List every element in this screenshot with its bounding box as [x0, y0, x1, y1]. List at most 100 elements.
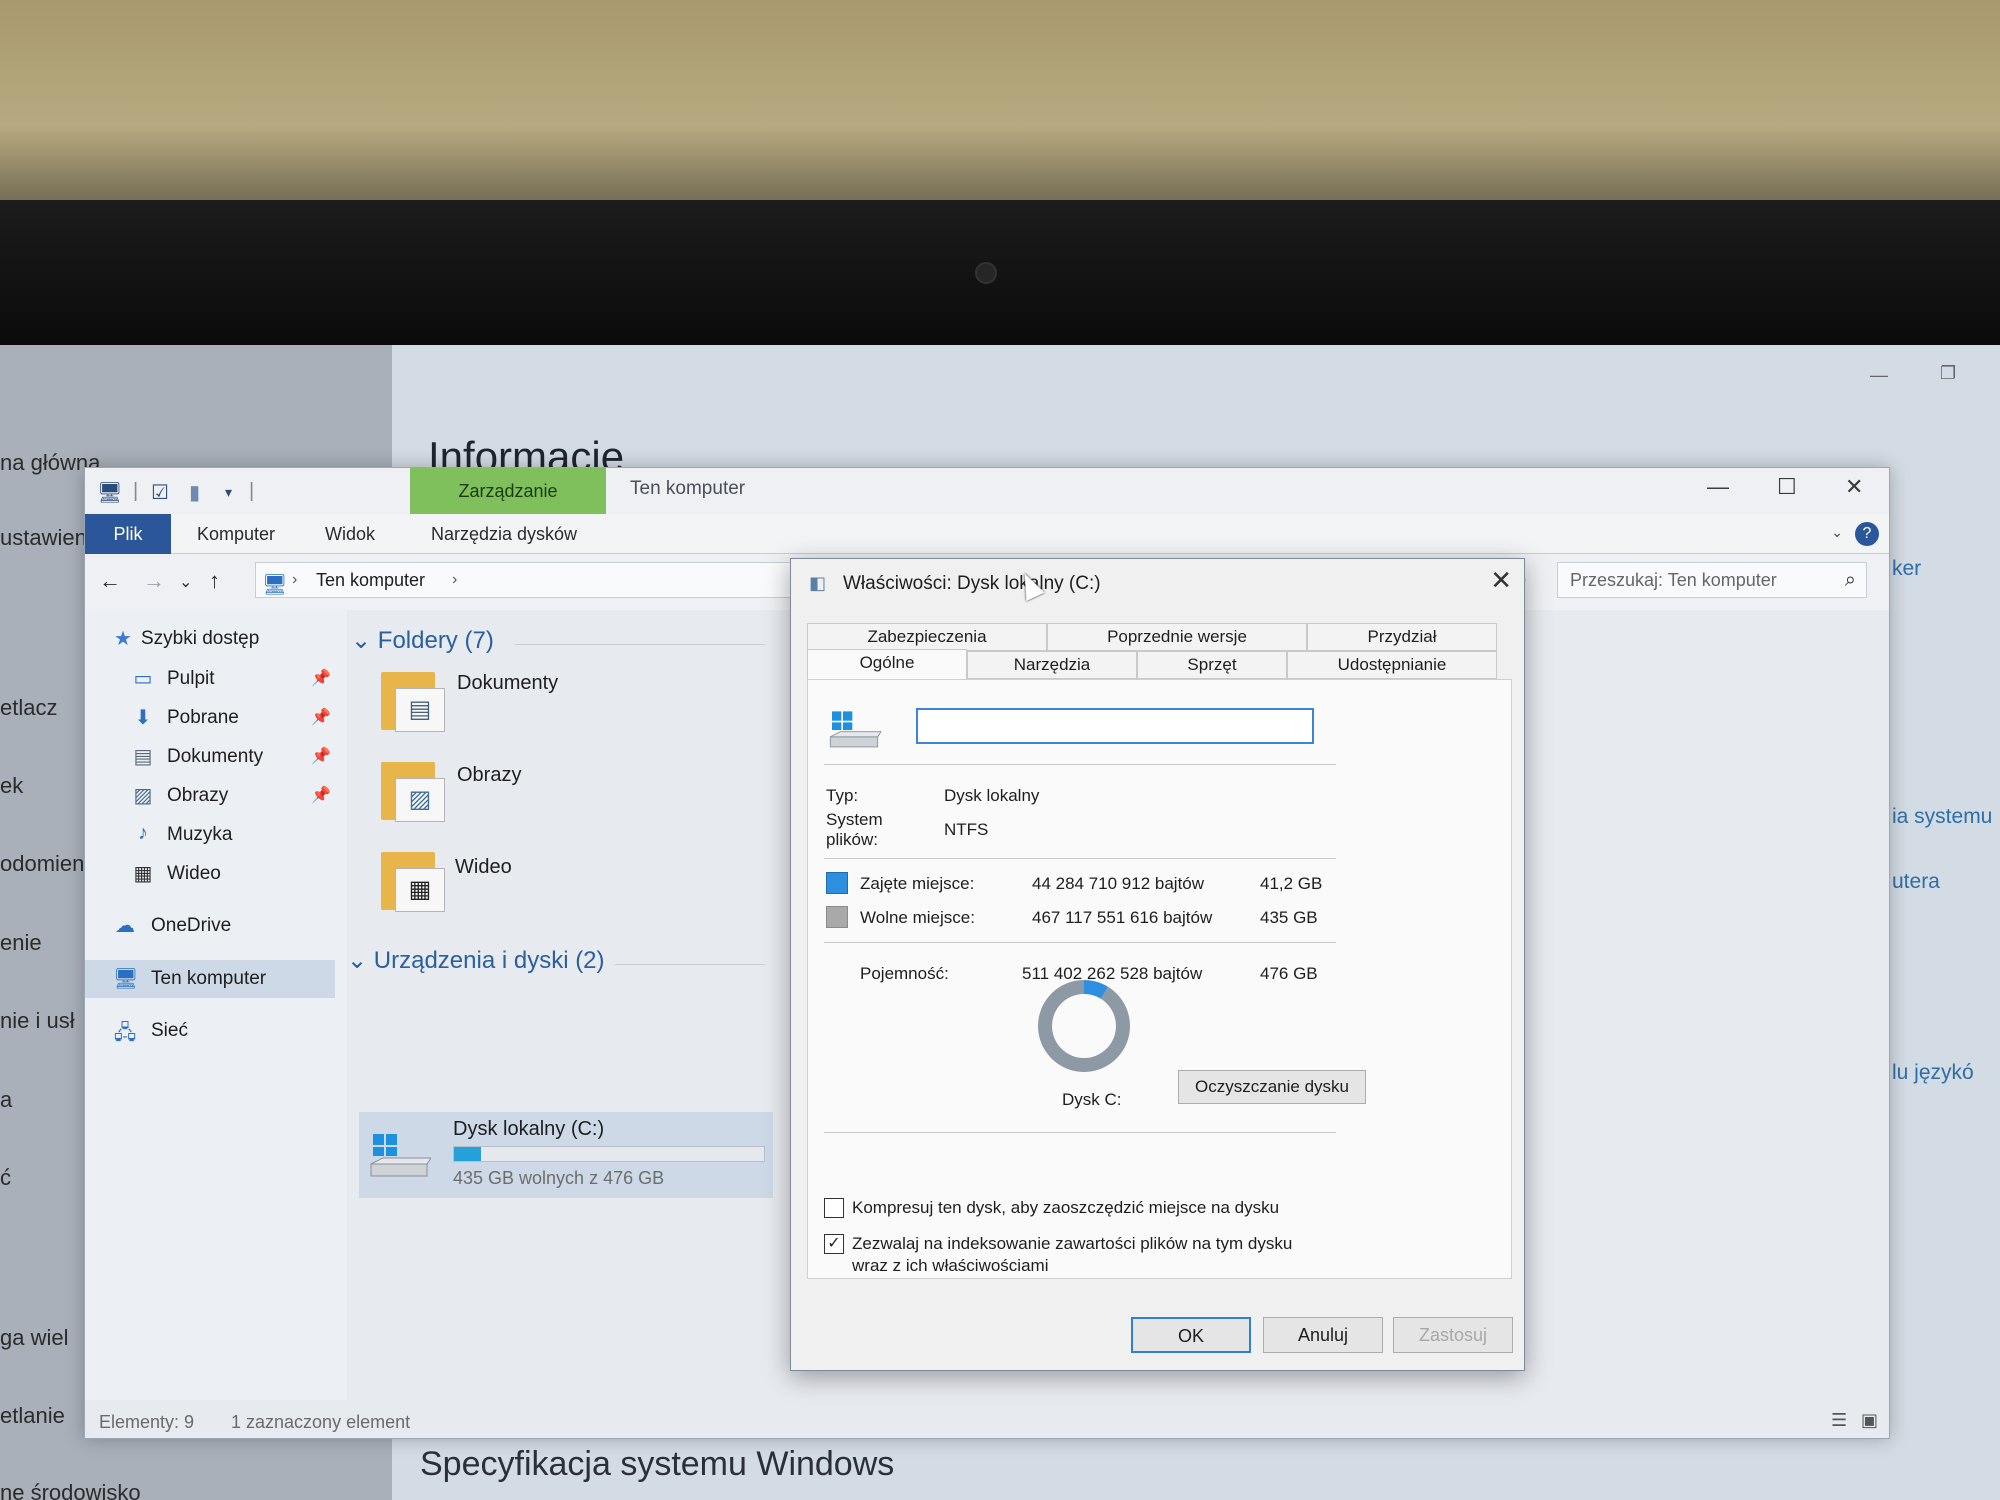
- compress-checkbox[interactable]: [824, 1198, 844, 1218]
- index-label[interactable]: Zezwalaj na indeksowanie zawartości plik…: [852, 1234, 1292, 1254]
- customize-dropdown-icon[interactable]: ▾: [225, 484, 232, 501]
- capacity-gb: 476 GB: [1260, 964, 1318, 983]
- capacity-label: Pojemność:: [860, 964, 949, 983]
- forward-arrow-icon[interactable]: →: [143, 568, 165, 594]
- settings-link[interactable]: lu językó: [1892, 1061, 1974, 1085]
- tab-tools[interactable]: Narzędzia: [967, 651, 1137, 679]
- settings-sidebar-item[interactable]: ne środowisko: [0, 1480, 141, 1500]
- tab-previous-versions[interactable]: Poprzednie wersje: [1047, 623, 1307, 651]
- new-folder-icon[interactable]: ▮: [189, 480, 200, 505]
- folder-pictures-icon[interactable]: ▨: [381, 758, 445, 822]
- settings-sidebar-item[interactable]: ć: [0, 1165, 11, 1191]
- nav-this-pc[interactable]: 🖥 Ten komputer: [85, 960, 335, 998]
- divider: [824, 764, 1336, 765]
- tab-sharing[interactable]: Udostępnianie: [1287, 651, 1497, 679]
- settings-sidebar-item[interactable]: a: [0, 1087, 12, 1113]
- settings-sidebar-item[interactable]: nie i usł: [0, 1008, 75, 1034]
- large-icons-view-icon[interactable]: ▣: [1861, 1410, 1878, 1431]
- properties-dialog: ◧ Właściwości: Dysk lokalny (C:) ✕ Zabez…: [790, 558, 1525, 1371]
- pin-icon[interactable]: 📌: [311, 707, 331, 727]
- folder-label[interactable]: Dokumenty: [457, 672, 558, 695]
- breadcrumb-this-pc[interactable]: Ten komputer: [316, 570, 425, 590]
- section-folders[interactable]: ⌄ Foldery (7): [351, 626, 494, 655]
- status-selection: 1 zaznaczony element: [231, 1412, 411, 1432]
- used-space-bytes: 44 284 710 912 bajtów: [1032, 874, 1205, 893]
- computer-icon[interactable]: 🖥: [97, 480, 122, 505]
- tab-quota[interactable]: Przydział: [1307, 623, 1497, 651]
- settings-sidebar-item[interactable]: enie: [0, 930, 42, 956]
- pin-icon[interactable]: 📌: [311, 785, 331, 805]
- restore-icon[interactable]: ❐: [1940, 363, 1956, 384]
- settings-sidebar-item[interactable]: ga wiel: [0, 1325, 68, 1351]
- folder-documents-icon[interactable]: ▤: [381, 668, 445, 732]
- breadcrumb-chevron-icon[interactable]: ›: [292, 563, 297, 597]
- nav-item-downloads[interactable]: ⬇ Pobrane 📌: [85, 699, 331, 737]
- tab-file[interactable]: Plik: [85, 514, 171, 554]
- minimize-icon[interactable]: —: [1870, 365, 1888, 386]
- hard-drive-icon: [829, 711, 882, 748]
- tab-view[interactable]: Widok: [325, 524, 375, 545]
- back-arrow-icon[interactable]: ←: [99, 568, 121, 594]
- folder-label[interactable]: Wideo: [455, 856, 512, 879]
- nav-network[interactable]: 🖧 Sieć: [85, 1012, 325, 1050]
- folder-label[interactable]: Obrazy: [457, 764, 521, 787]
- ok-button[interactable]: OK: [1131, 1317, 1251, 1353]
- settings-sidebar-item[interactable]: etlacz: [0, 695, 57, 721]
- recent-locations-chevron-icon[interactable]: ⌄: [179, 572, 192, 592]
- nav-item-documents[interactable]: ▤ Dokumenty 📌: [85, 738, 331, 776]
- tab-hardware[interactable]: Sprzęt: [1137, 651, 1287, 679]
- tab-computer[interactable]: Komputer: [197, 524, 275, 545]
- settings-sidebar-item[interactable]: odomien: [0, 851, 84, 877]
- nav-quick-access[interactable]: ★ Szybki dostęp: [85, 620, 325, 658]
- apply-button[interactable]: Zastosuj: [1393, 1317, 1513, 1353]
- minimize-icon[interactable]: —: [1707, 474, 1729, 500]
- breadcrumb-chevron-icon[interactable]: ›: [452, 563, 457, 597]
- settings-link[interactable]: utera: [1892, 870, 1940, 894]
- index-label-cont[interactable]: wraz z ich właściwościami: [852, 1256, 1048, 1276]
- close-icon[interactable]: ✕: [1490, 565, 1512, 596]
- nav-label: Dokumenty: [167, 746, 264, 767]
- tab-manage-context[interactable]: Zarządzanie: [410, 468, 606, 514]
- nav-onedrive[interactable]: ☁ OneDrive: [85, 907, 325, 945]
- general-tab-panel: Typ: Dysk lokalny System plików: NTFS Za…: [807, 679, 1512, 1279]
- search-icon[interactable]: ⌕: [1845, 563, 1856, 597]
- free-space-bytes: 467 117 551 616 bajtów: [1032, 908, 1213, 927]
- address-input[interactable]: 🖥 › Ten komputer ›: [255, 562, 815, 598]
- nav-item-desktop[interactable]: ▭ Pulpit 📌: [85, 660, 331, 698]
- search-input[interactable]: Przeszukaj: Ten komputer ⌕: [1557, 562, 1867, 598]
- index-checkbox[interactable]: ✓: [824, 1234, 844, 1254]
- settings-sidebar-item[interactable]: etlanie: [0, 1403, 65, 1429]
- explorer-titlebar: 🖥 | ☑ ▮ ▾ | Zarządzanie Ten komputer — ☐…: [85, 468, 1889, 514]
- help-icon[interactable]: ?: [1855, 522, 1879, 546]
- folder-videos-icon[interactable]: ▦: [381, 848, 445, 912]
- tab-drive-tools[interactable]: Narzędzia dysków: [431, 524, 577, 545]
- pin-icon[interactable]: 📌: [311, 668, 331, 688]
- pin-icon[interactable]: 📌: [311, 746, 331, 766]
- drive-tile-c[interactable]: Dysk lokalny (C:) 435 GB wolnych z 476 G…: [359, 1112, 773, 1198]
- nav-item-videos[interactable]: ▦ Wideo: [85, 855, 325, 893]
- settings-link[interactable]: ia systemu: [1892, 805, 1992, 829]
- settings-sidebar-item[interactable]: ek: [0, 773, 23, 799]
- tab-security[interactable]: Zabezpieczenia: [807, 623, 1047, 651]
- nav-item-pictures[interactable]: ▨ Obrazy 📌: [85, 777, 331, 815]
- properties-icon[interactable]: ☑: [151, 480, 169, 505]
- cancel-button[interactable]: Anuluj: [1263, 1317, 1383, 1353]
- drive-name-field[interactable]: [916, 708, 1314, 744]
- maximize-icon[interactable]: ☐: [1777, 474, 1797, 500]
- room-wall: [0, 0, 2000, 210]
- tab-general[interactable]: Ogólne: [807, 649, 967, 681]
- chevron-down-icon[interactable]: ⌄: [1831, 524, 1843, 541]
- compress-label[interactable]: Kompresuj ten dysk, aby zaoszczędzić mie…: [852, 1198, 1279, 1218]
- details-view-icon[interactable]: ☰: [1831, 1410, 1847, 1431]
- section-devices[interactable]: ⌄ Urządzenia i dyski (2): [347, 946, 605, 975]
- section-label: Urządzenia i dyski (2): [373, 947, 605, 974]
- up-arrow-icon[interactable]: ↑: [209, 568, 220, 594]
- nav-item-music[interactable]: ♪ Muzyka: [85, 816, 325, 854]
- monitor-bezel: [0, 200, 2000, 350]
- disk-cleanup-button[interactable]: Oczyszczanie dysku: [1178, 1070, 1366, 1104]
- settings-link[interactable]: ker: [1892, 557, 1921, 581]
- free-space-label: Wolne miejsce:: [860, 908, 975, 927]
- screen: na główna ustawienia etlacz ek odomien e…: [0, 345, 2000, 1500]
- close-icon[interactable]: ✕: [1845, 474, 1863, 500]
- webcam: [975, 262, 997, 284]
